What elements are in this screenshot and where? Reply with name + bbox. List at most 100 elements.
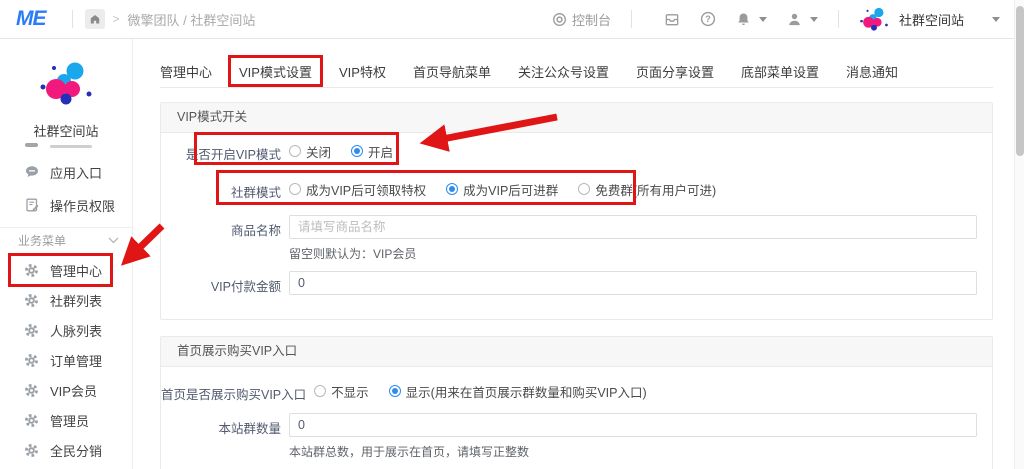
radio-label: 免费群(所有用户可进) <box>595 183 717 198</box>
sidebar-item-management-center[interactable]: 管理中心 <box>0 253 133 287</box>
sidebar-item-label: 应用入口 <box>50 165 103 181</box>
gear-icon <box>24 292 40 308</box>
radio-join-group-after-vip[interactable]: 成为VIP后可进群 <box>446 180 558 199</box>
field-label: 社群模式 <box>230 186 281 200</box>
app-store-icon <box>665 13 679 25</box>
account-name[interactable]: 社群空间站 <box>899 10 964 29</box>
group-count-input[interactable] <box>289 413 977 437</box>
field-label: 是否开启VIP模式 <box>185 148 281 162</box>
document-pen-icon <box>24 197 40 213</box>
tab-vip-privileges[interactable]: VIP特权 <box>339 62 386 81</box>
user-menu-button[interactable] <box>787 12 818 27</box>
clipped-menu-item-icon <box>25 143 38 147</box>
sidebar-item-label: 管理中心 <box>50 263 103 279</box>
radio-icon-selected <box>446 183 459 195</box>
radio-hide-entry[interactable]: 不显示 <box>314 382 369 401</box>
home-entry-card: 首页展示购买VIP入口 首页是否展示购买VIP入口 不显示 显示(用来在首页展示… <box>160 336 993 469</box>
help-button[interactable]: ? <box>700 11 716 27</box>
field-label: 本站群数量 <box>218 422 281 436</box>
tab-vip-mode-settings[interactable]: VIP模式设置 <box>228 55 323 87</box>
tab-page-share-settings[interactable]: 页面分享设置 <box>636 62 714 81</box>
radio-icon <box>289 145 301 157</box>
gear-icon <box>24 412 40 428</box>
topbar-divider <box>837 10 839 28</box>
console-button[interactable]: 控制台 <box>552 10 611 29</box>
sidebar-item-operator-permissions[interactable]: 操作员权限 <box>0 190 133 220</box>
radio-show-entry[interactable]: 显示(用来在首页展示群数量和购买VIP入口) <box>388 382 647 401</box>
radio-label: 成为VIP后可进群 <box>463 183 559 198</box>
tab-follow-official-account[interactable]: 关注公众号设置 <box>518 62 609 81</box>
group-mode-row: 社群模式 成为VIP后可领取特权 成为VIP后可进群 免费群(所有用户可进) <box>161 170 992 205</box>
scrollbar-thumb[interactable] <box>1016 6 1024 156</box>
notifications-button[interactable] <box>736 12 767 27</box>
chevron-down-icon <box>108 237 119 244</box>
radio-vip-on[interactable]: 开启 <box>351 142 393 161</box>
user-icon <box>789 13 800 25</box>
vip-mode-row: 是否开启VIP模式 关闭 开启 <box>161 132 992 165</box>
topbar: ME > 微擎团队 / 社群空间站 控制台 ? 社群空间站 <box>0 0 1024 39</box>
tab-management-center[interactable]: 管理中心 <box>160 62 212 81</box>
radio-label: 成为VIP后可领取特权 <box>306 183 427 198</box>
gear-icon <box>24 352 40 368</box>
sidebar-app-title: 社群空间站 <box>33 124 99 139</box>
weengine-logo[interactable]: ME <box>16 7 46 31</box>
vip-payment-row: VIP付款金额 <box>161 271 992 295</box>
vip-switch-card: VIP模式开关 是否开启VIP模式 关闭 开启 社群模式 成为VIP后可领取特权… <box>160 102 993 320</box>
radio-vip-off[interactable]: 关闭 <box>289 142 331 161</box>
bell-icon <box>738 13 749 25</box>
sidebar-item-order-management[interactable]: 订单管理 <box>0 345 133 375</box>
sidebar-item-app-entry[interactable]: 应用入口 <box>0 157 133 187</box>
sidebar-item-label: VIP会员 <box>50 383 97 399</box>
clipped-menu-item-label <box>50 145 92 148</box>
annotation-arrow-management-center <box>120 223 165 266</box>
settings-tabs: 管理中心 VIP模式设置 VIP特权 首页导航菜单 关注公众号设置 页面分享设置… <box>160 55 993 88</box>
sidebar-item-administrators[interactable]: 管理员 <box>0 405 133 435</box>
app-store-button[interactable] <box>664 12 680 27</box>
svg-text:?: ? <box>705 14 711 24</box>
radio-icon-selected <box>388 385 401 397</box>
sidebar-item-vip-members[interactable]: VIP会员 <box>0 375 133 405</box>
sidebar-item-group-list[interactable]: 社群列表 <box>0 285 133 315</box>
sidebar-item-label: 管理员 <box>50 413 90 429</box>
field-label: 首页是否展示购买VIP入口 <box>161 388 307 402</box>
gear-icon <box>24 442 40 458</box>
show-entry-row: 首页是否展示购买VIP入口 不显示 显示(用来在首页展示群数量和购买VIP入口) <box>161 379 992 403</box>
card-title: 首页展示购买VIP入口 <box>161 337 992 367</box>
radio-label: 关闭 <box>306 145 332 160</box>
app-logo-icon <box>40 62 92 105</box>
sidebar-item-contacts-list[interactable]: 人脉列表 <box>0 315 133 345</box>
chevron-down-icon <box>758 16 767 22</box>
gear-icon <box>24 382 40 398</box>
sidebar: 社群空间站 应用入口 操作员权限 业务菜单 管理中心 社群列表 人脉列表 订单管… <box>0 39 133 469</box>
radio-label: 开启 <box>368 145 394 160</box>
sidebar-item-distribution[interactable]: 全民分销 <box>0 435 133 465</box>
radio-free-group[interactable]: 免费群(所有用户可进) <box>578 180 716 199</box>
topbar-divider <box>630 10 632 28</box>
tab-home-nav-menu[interactable]: 首页导航菜单 <box>413 62 491 81</box>
group-count-row: 本站群数量 本站群总数，用于展示在首页，请填写正整数 <box>161 413 992 460</box>
field-label: 商品名称 <box>230 224 281 238</box>
home-icon[interactable] <box>84 9 105 29</box>
radio-privilege-after-vip[interactable]: 成为VIP后可领取特权 <box>289 180 426 199</box>
product-name-help: 留空则默认为：VIP会员 <box>289 247 417 261</box>
product-name-input[interactable] <box>289 215 977 239</box>
sidebar-item-label: 全民分销 <box>50 443 103 459</box>
gear-icon <box>24 322 40 338</box>
sidebar-section-business-menu[interactable]: 业务菜单 <box>0 227 133 253</box>
tab-message-notification[interactable]: 消息通知 <box>846 62 898 81</box>
page-scrollbar[interactable] <box>1014 0 1024 469</box>
tab-label: VIP模式设置 <box>239 65 312 80</box>
account-dropdown-icon[interactable] <box>992 16 1000 22</box>
tab-bottom-menu-settings[interactable]: 底部菜单设置 <box>741 62 819 81</box>
breadcrumb-separator: > <box>112 12 120 26</box>
console-label: 控制台 <box>571 12 611 28</box>
console-icon <box>553 12 566 26</box>
radio-icon-selected <box>351 145 364 157</box>
sidebar-item-label: 人脉列表 <box>50 323 103 339</box>
admin-page: ME > 微擎团队 / 社群空间站 控制台 ? 社群空间站 社群空间站 应用入口… <box>0 0 1024 469</box>
sidebar-item-label: 订单管理 <box>50 353 103 369</box>
vip-payment-input[interactable] <box>289 271 977 295</box>
group-mode-radio-group: 成为VIP后可领取特权 成为VIP后可进群 免费群(所有用户可进) <box>289 177 716 201</box>
gear-icon <box>24 262 40 278</box>
show-entry-radio-group: 不显示 显示(用来在首页展示群数量和购买VIP入口) <box>314 379 647 403</box>
